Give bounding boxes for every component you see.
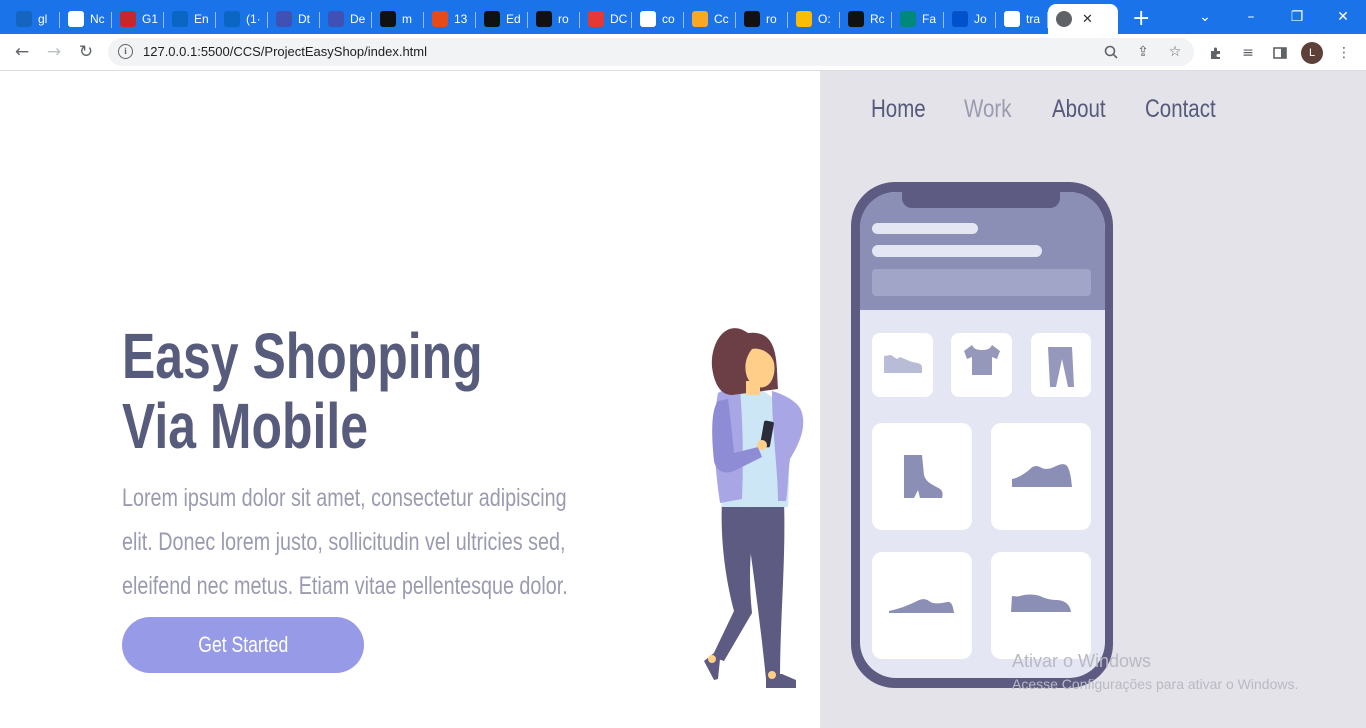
tab-list: gl Nc G1 En (1· Dt De m 13 Ed ro DC co Cc ro O: Rc Fa Jo tr… xyxy=(8,4,1150,34)
woman-illustration xyxy=(704,328,804,688)
browser-tab[interactable]: ro xyxy=(736,6,788,32)
watermark-subtitle: Acesse Configurações para ativar o Windo… xyxy=(1012,676,1299,692)
tab-search-icon[interactable]: ⌄ xyxy=(1182,0,1228,34)
phone-illustration xyxy=(851,182,1113,688)
browser-tab-title: Nc xyxy=(90,12,105,26)
browser-tab[interactable]: Nc xyxy=(60,6,112,32)
browser-tab-title: (1· xyxy=(246,12,261,26)
browser-tab-title: DC xyxy=(610,12,628,26)
rocketseat-icon xyxy=(848,11,864,27)
github-icon xyxy=(484,11,500,27)
browser-tab[interactable]: tra xyxy=(996,6,1048,32)
forms-icon xyxy=(900,11,916,27)
linkedin-icon xyxy=(224,11,240,27)
browser-toolbar: ← → ↻ i 127.0.0.1:5500/CCS/ProjectEasySh… xyxy=(0,34,1366,71)
active-browser-tab[interactable]: ✕ xyxy=(1048,4,1118,34)
browser-tab-strip: gl Nc G1 En (1· Dt De m 13 Ed ro DC co Cc ro O: Rc Fa Jo tr… xyxy=(0,0,1366,34)
discord-icon xyxy=(328,11,344,27)
browser-tab-title: co xyxy=(662,12,675,26)
restore-icon[interactable]: ❐ xyxy=(1274,0,1320,34)
browser-tab[interactable]: Jo xyxy=(944,6,996,32)
g-icon xyxy=(16,11,32,27)
g1-icon xyxy=(120,11,136,27)
browser-tab[interactable]: co xyxy=(632,6,684,32)
rdx-icon xyxy=(68,11,84,27)
profile-avatar[interactable]: L xyxy=(1301,42,1323,64)
browser-tab[interactable]: Dt xyxy=(268,6,320,32)
github-icon xyxy=(380,11,396,27)
browser-tab-title: ro xyxy=(766,12,777,26)
more-menu-icon[interactable]: ⋮ xyxy=(1333,42,1355,64)
figma-icon xyxy=(432,11,448,27)
tab-close-icon[interactable]: ✕ xyxy=(1082,12,1093,27)
browser-tab[interactable]: m xyxy=(372,6,424,32)
browser-tab[interactable]: Cc xyxy=(684,6,736,32)
bookmark-star-icon[interactable]: ☆ xyxy=(1165,42,1185,62)
browser-tab-title: m xyxy=(402,12,412,26)
github-icon xyxy=(536,11,552,27)
browser-tab[interactable]: O: xyxy=(788,6,840,32)
browser-tab-title: gl xyxy=(38,12,48,26)
web-page: Home Work About Contact Easy Shopping Vi… xyxy=(0,71,1366,728)
browser-tab-title: Rc xyxy=(870,12,885,26)
youtube-icon xyxy=(588,11,604,27)
cat-icon xyxy=(692,11,708,27)
browser-tab[interactable]: 13 xyxy=(424,6,476,32)
zoom-icon[interactable] xyxy=(1101,42,1121,62)
browser-tab[interactable]: (1· xyxy=(216,6,268,32)
discord-icon xyxy=(276,11,292,27)
address-bar[interactable]: i 127.0.0.1:5500/CCS/ProjectEasyShop/ind… xyxy=(108,38,1194,66)
window-close-icon[interactable]: ✕ xyxy=(1320,0,1366,34)
google-icon xyxy=(1004,11,1020,27)
back-icon[interactable]: ← xyxy=(10,40,34,64)
browser-tab-title: G1 xyxy=(142,12,159,26)
shopping-illustration xyxy=(704,182,1113,688)
browser-tab[interactable]: gl xyxy=(8,6,60,32)
browser-tab[interactable]: DC xyxy=(580,6,632,32)
drive-icon xyxy=(796,11,812,27)
browser-tab[interactable]: Rc xyxy=(840,6,892,32)
browser-tab[interactable]: De xyxy=(320,6,372,32)
browser-tab-title: Jo xyxy=(974,12,987,26)
browser-tab-title: tra xyxy=(1026,12,1041,26)
browser-tab-title: O: xyxy=(818,12,831,26)
side-panel-icon[interactable] xyxy=(1269,42,1291,64)
browser-tab-title: 13 xyxy=(454,12,468,26)
browser-tab-title: De xyxy=(350,12,366,26)
site-info-icon[interactable]: i xyxy=(118,44,133,59)
new-tab-button[interactable]: + xyxy=(1132,4,1150,34)
browser-tab-title: Fa xyxy=(922,12,937,26)
outlook-icon xyxy=(172,11,188,27)
browser-tab[interactable]: En xyxy=(164,6,216,32)
github-icon xyxy=(744,11,760,27)
browser-tab-title: Cc xyxy=(714,12,729,26)
forward-icon[interactable]: → xyxy=(42,40,66,64)
url-text[interactable]: 127.0.0.1:5500/CCS/ProjectEasyShop/index… xyxy=(143,44,427,59)
share-icon[interactable]: ⇪ xyxy=(1133,42,1153,62)
globe-icon xyxy=(1056,11,1072,27)
reload-icon[interactable]: ↻ xyxy=(74,40,98,64)
browser-tab[interactable]: G1 xyxy=(112,6,164,32)
browser-tab-title: ro xyxy=(558,12,569,26)
browser-tab-title: Dt xyxy=(298,12,310,26)
media-control-icon[interactable]: ≡ xyxy=(1237,42,1259,64)
extensions-icon[interactable] xyxy=(1205,42,1227,64)
minimize-icon[interactable]: – xyxy=(1228,0,1274,34)
browser-tab-title: En xyxy=(194,12,209,26)
browser-tab[interactable]: Ed xyxy=(476,6,528,32)
browser-tab-title: Ed xyxy=(506,12,521,26)
browser-tab[interactable]: Fa xyxy=(892,6,944,32)
watermark-title: Ativar o Windows xyxy=(1012,651,1152,671)
browser-tab[interactable]: ro xyxy=(528,6,580,32)
windows-activation-watermark: Ativar o Windows Acesse Configurações pa… xyxy=(1012,651,1298,692)
google-icon xyxy=(640,11,656,27)
jira-icon xyxy=(952,11,968,27)
